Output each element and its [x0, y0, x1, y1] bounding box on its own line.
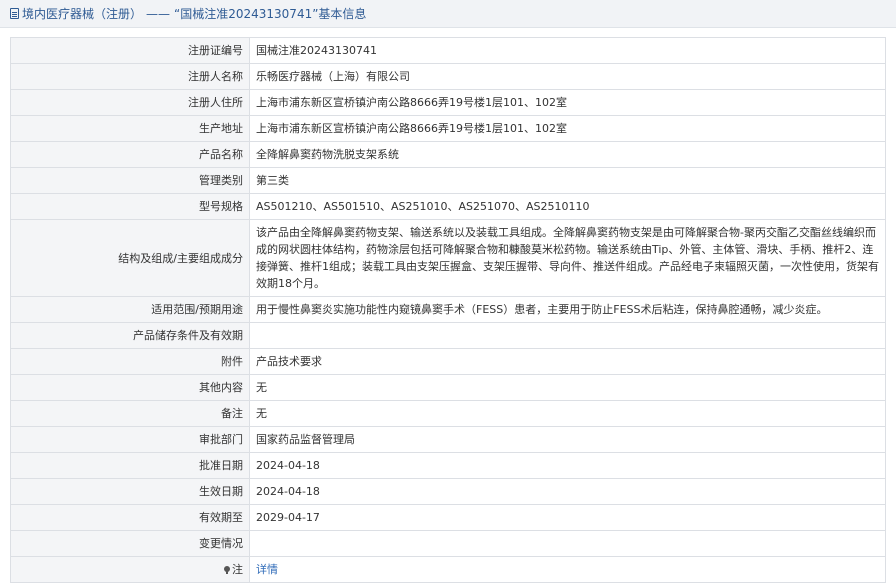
- row-label: 产品储存条件及有效期: [10, 322, 250, 349]
- note-label-cell: 注: [10, 556, 250, 583]
- row-value: 2029-04-17: [249, 504, 886, 531]
- row-value: [249, 322, 886, 349]
- row-label: 适用范围/预期用途: [10, 296, 250, 323]
- row-label: 审批部门: [10, 426, 250, 453]
- table-row: 备注 无: [10, 400, 886, 427]
- row-value: 该产品由全降解鼻窦药物支架、输送系统以及装载工具组成。全降解鼻窦药物支架是由可降…: [249, 219, 886, 297]
- table-row-note: 注 详情: [10, 556, 886, 583]
- document-icon: [10, 8, 19, 19]
- row-label: 附件: [10, 348, 250, 375]
- row-label: 生效日期: [10, 478, 250, 505]
- row-label: 其他内容: [10, 374, 250, 401]
- row-label: 管理类别: [10, 167, 250, 194]
- row-value: [249, 530, 886, 557]
- table-row: 其他内容 无: [10, 374, 886, 401]
- row-label: 注册人住所: [10, 89, 250, 116]
- row-value: 2024-04-18: [249, 452, 886, 479]
- info-table: 注册证编号 国械注准20243130741 注册人名称 乐畅医疗器械（上海）有限…: [10, 37, 886, 583]
- row-value: 上海市浦东新区宣桥镇沪南公路8666弄19号楼1层101、102室: [249, 89, 886, 116]
- row-label: 生产地址: [10, 115, 250, 142]
- header-separator: ——: [146, 6, 171, 21]
- pin-icon: [224, 566, 230, 574]
- row-label: 变更情况: [10, 530, 250, 557]
- page-header: 境内医疗器械（注册） —— “国械注准20243130741”基本信息: [0, 0, 896, 28]
- row-label: 备注: [10, 400, 250, 427]
- row-value: 上海市浦东新区宣桥镇沪南公路8666弄19号楼1层101、102室: [249, 115, 886, 142]
- row-value: 全降解鼻窦药物洗脱支架系统: [249, 141, 886, 168]
- table-row: 注册证编号 国械注准20243130741: [10, 37, 886, 64]
- table-row: 产品名称 全降解鼻窦药物洗脱支架系统: [10, 141, 886, 168]
- table-row: 产品储存条件及有效期: [10, 322, 886, 349]
- table-row: 管理类别 第三类: [10, 167, 886, 194]
- row-label: 产品名称: [10, 141, 250, 168]
- row-label: 结构及组成/主要组成成分: [10, 219, 250, 297]
- row-value: 用于慢性鼻窦炎实施功能性内窥镜鼻窦手术（FESS）患者，主要用于防止FESS术后…: [249, 296, 886, 323]
- row-label: 批准日期: [10, 452, 250, 479]
- table-row: 结构及组成/主要组成成分 该产品由全降解鼻窦药物支架、输送系统以及装载工具组成。…: [10, 219, 886, 297]
- table-row: 附件 产品技术要求: [10, 348, 886, 375]
- table-row: 注册人名称 乐畅医疗器械（上海）有限公司: [10, 63, 886, 90]
- row-value: 国家药品监督管理局: [249, 426, 886, 453]
- table-row: 型号规格 AS501210、AS501510、AS251010、AS251070…: [10, 193, 886, 220]
- table-row: 生产地址 上海市浦东新区宣桥镇沪南公路8666弄19号楼1层101、102室: [10, 115, 886, 142]
- table-row: 有效期至 2029-04-17: [10, 504, 886, 531]
- row-label: 有效期至: [10, 504, 250, 531]
- note-label: 注: [232, 563, 243, 576]
- row-label: 注册人名称: [10, 63, 250, 90]
- row-value: 产品技术要求: [249, 348, 886, 375]
- header-category: 境内医疗器械（注册）: [22, 7, 143, 21]
- row-value: 国械注准20243130741: [249, 37, 886, 64]
- row-value: 第三类: [249, 167, 886, 194]
- table-row: 生效日期 2024-04-18: [10, 478, 886, 505]
- table-row: 适用范围/预期用途 用于慢性鼻窦炎实施功能性内窥镜鼻窦手术（FESS）患者，主要…: [10, 296, 886, 323]
- row-value: AS501210、AS501510、AS251010、AS251070、AS25…: [249, 193, 886, 220]
- row-label: 型号规格: [10, 193, 250, 220]
- note-value-cell: 详情: [249, 556, 886, 583]
- table-row: 变更情况: [10, 530, 886, 557]
- info-table-wrapper: 注册证编号 国械注准20243130741 注册人名称 乐畅医疗器械（上海）有限…: [0, 28, 896, 583]
- details-link[interactable]: 详情: [256, 563, 278, 576]
- table-row: 批准日期 2024-04-18: [10, 452, 886, 479]
- row-value: 无: [249, 374, 886, 401]
- row-value: 乐畅医疗器械（上海）有限公司: [249, 63, 886, 90]
- table-row: 注册人住所 上海市浦东新区宣桥镇沪南公路8666弄19号楼1层101、102室: [10, 89, 886, 116]
- table-row: 审批部门 国家药品监督管理局: [10, 426, 886, 453]
- header-title: “国械注准20243130741”基本信息: [174, 7, 367, 21]
- row-value: 2024-04-18: [249, 478, 886, 505]
- row-value: 无: [249, 400, 886, 427]
- row-label: 注册证编号: [10, 37, 250, 64]
